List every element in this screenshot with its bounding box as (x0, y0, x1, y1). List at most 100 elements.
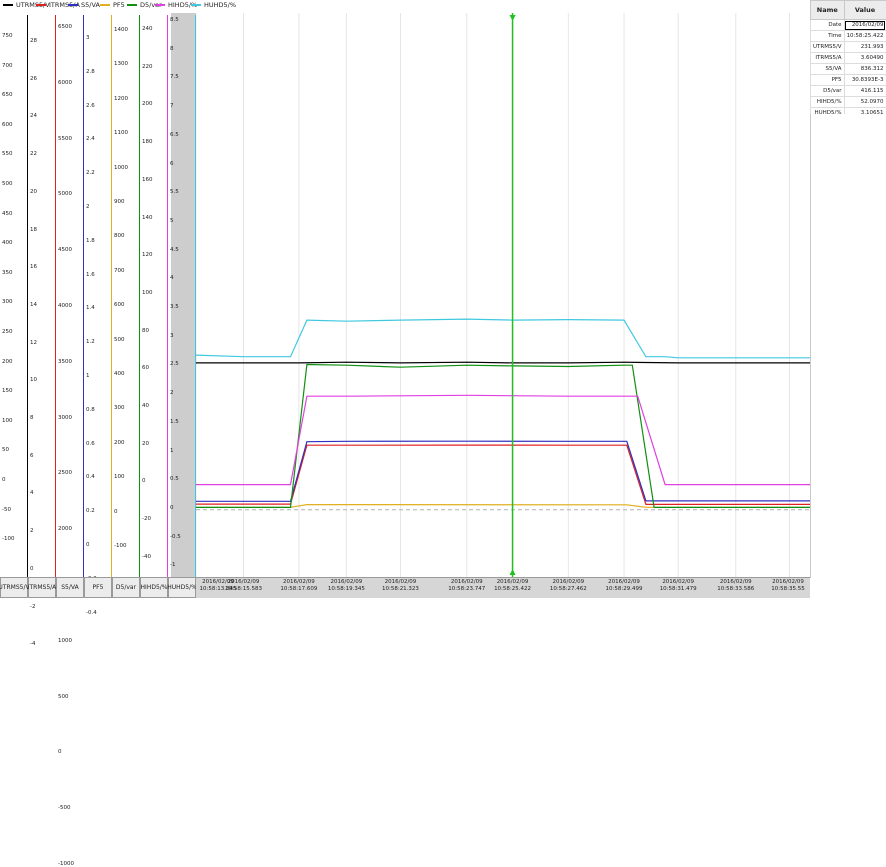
y-tick-label: -1 (170, 562, 175, 568)
y-tick-label: 1100 (114, 130, 128, 136)
y-tick-label: -20 (142, 516, 151, 522)
y-tick-label: 26 (30, 76, 37, 82)
table-cell-value[interactable]: 10:58:25.422 (844, 31, 886, 42)
y-tick-label: 8 (30, 415, 34, 421)
legend-item[interactable]: S5/VA (68, 1, 100, 12)
y-tick-label: 240 (142, 26, 153, 32)
y-tick-label: 5 (170, 218, 174, 224)
table-cell-value[interactable]: 231.993 (844, 42, 886, 53)
axis-name-button[interactable]: D5/var (112, 577, 140, 598)
y-axis: 2826242220181614121086420-2-4 (28, 13, 56, 577)
x-tick-date: 2016/02/09 (324, 579, 368, 586)
y-tick-label: 4 (170, 275, 174, 281)
y-tick-label: 2500 (58, 470, 72, 476)
legend-item[interactable]: PF5 (100, 1, 125, 12)
table-row: UTRMS5/V231.993 (811, 42, 886, 53)
x-tick-label: 2016/02/0910:58:31.479 (656, 579, 700, 593)
x-tick-label: 2016/02/0910:58:21.323 (378, 579, 422, 593)
legend-label: HUHD5/% (204, 1, 236, 9)
x-tick-time: 10:58:33.586 (714, 586, 758, 593)
y-tick-label: 60 (142, 365, 149, 371)
y-tick-label: 300 (114, 405, 125, 411)
axis-name-button[interactable]: ITRMS5/A (28, 577, 56, 598)
y-tick-label: 6000 (58, 80, 72, 86)
y-axes-panel: 7507006506005505004504003503002502001501… (0, 13, 196, 577)
y-tick-label: 10 (30, 377, 37, 383)
y-tick-label: 1.6 (86, 272, 95, 278)
axis-name-button[interactable]: S5/VA (56, 577, 84, 598)
y-tick-label: 0 (30, 566, 34, 572)
y-tick-label: 800 (114, 233, 125, 239)
x-tick-date: 2016/02/09 (378, 579, 422, 586)
plot-area[interactable] (196, 13, 810, 577)
legend-swatch (155, 4, 165, 6)
table-cell-value[interactable]: 30.8393E-3 (844, 75, 886, 86)
table-cell-value[interactable]: 416.115 (844, 86, 886, 97)
y-tick-label: 3500 (58, 359, 72, 365)
legend-label: S5/VA (81, 1, 100, 9)
x-tick-date: 2016/02/09 (222, 579, 266, 586)
table-cell-value[interactable]: 52.0970 (844, 97, 886, 108)
y-axis: 32.82.62.42.221.81.61.41.210.80.60.40.20… (84, 13, 112, 577)
axis-name-button[interactable]: UTRMS5/V (0, 577, 28, 598)
y-tick-label: 20 (142, 441, 149, 447)
axis-name-button[interactable]: PF5 (84, 577, 112, 598)
y-axis: 6500600055005000450040003500300025002000… (56, 13, 84, 577)
table-cell-value[interactable]: 3.60490 (844, 53, 886, 64)
y-tick-label: 2.8 (86, 69, 95, 75)
y-axis: 7507006506005505004504003503002502001501… (0, 13, 28, 577)
y-tick-label: 300 (2, 299, 13, 305)
y-tick-label: -500 (58, 805, 70, 811)
y-tick-label: -100 (2, 536, 14, 542)
x-tick-label: 2016/02/0910:58:35.55 (766, 579, 810, 593)
y-tick-label: 4500 (58, 247, 72, 253)
cursor-marker-bottom (510, 569, 516, 575)
y-tick-label: 1400 (114, 27, 128, 33)
y-tick-label: 200 (114, 440, 125, 446)
x-tick-time: 10:58:35.55 (766, 586, 810, 593)
table-cell-value[interactable]: 836.312 (844, 64, 886, 75)
y-tick-label: 18 (30, 227, 37, 233)
axis-name-button[interactable]: HIHD5/% (140, 577, 168, 598)
legend: UTRMS5/VITRMS5/AS5/VAPF5D5/varHIHD5/%HUH… (0, 0, 810, 13)
y-tick-label: 40 (142, 403, 149, 409)
y-tick-label: 0.8 (86, 407, 95, 413)
legend-item[interactable]: HUHD5/% (191, 1, 236, 12)
series-line (196, 362, 810, 363)
table-cell-name: PF5 (811, 75, 845, 86)
y-axis: 8.587.576.565.554.543.532.521.510.50-0.5… (168, 13, 196, 577)
y-tick-label: -2 (30, 604, 35, 610)
y-tick-label: 2 (170, 390, 174, 396)
y-tick-label: 7 (170, 103, 174, 109)
table-cell-value[interactable]: 2016/02/09 (844, 20, 886, 31)
y-tick-label: 1.5 (170, 419, 179, 425)
y-tick-label: 600 (114, 302, 125, 308)
y-tick-label: 4.5 (170, 247, 179, 253)
table-cell-name: UTRMS5/V (811, 42, 845, 53)
y-tick-label: 650 (2, 92, 13, 98)
y-tick-label: 0.2 (86, 508, 95, 514)
table-row: ITRMS5/A3.60490 (811, 53, 886, 64)
y-tick-label: 1 (86, 373, 90, 379)
y-tick-label: 400 (2, 240, 13, 246)
y-tick-label: 500 (2, 181, 13, 187)
x-tick-time: 10:58:31.479 (656, 586, 700, 593)
y-tick-label: 0.5 (170, 476, 179, 482)
y-tick-label: 150 (2, 388, 13, 394)
legend-swatch (100, 4, 110, 6)
y-tick-label: 2.4 (86, 136, 95, 142)
y-tick-label: 0 (142, 478, 146, 484)
y-tick-label: 4 (30, 490, 34, 496)
x-tick-label: 2016/02/0910:58:19.345 (324, 579, 368, 593)
series-line (196, 395, 810, 484)
cursor-value-table: Name Value Date2016/02/09Time10:58:25.42… (810, 0, 886, 119)
table-empty-area (810, 114, 886, 578)
y-tick-label: 0 (170, 505, 174, 511)
axis-name-button[interactable]: HUHD5/% (168, 577, 196, 598)
x-tick-time: 10:58:17.609 (277, 586, 321, 593)
y-tick-label: 3 (170, 333, 174, 339)
table-header-name: Name (811, 1, 845, 20)
y-tick-label: 24 (30, 113, 37, 119)
x-tick-label: 2016/02/0910:58:23.747 (445, 579, 489, 593)
x-tick-date: 2016/02/09 (714, 579, 758, 586)
